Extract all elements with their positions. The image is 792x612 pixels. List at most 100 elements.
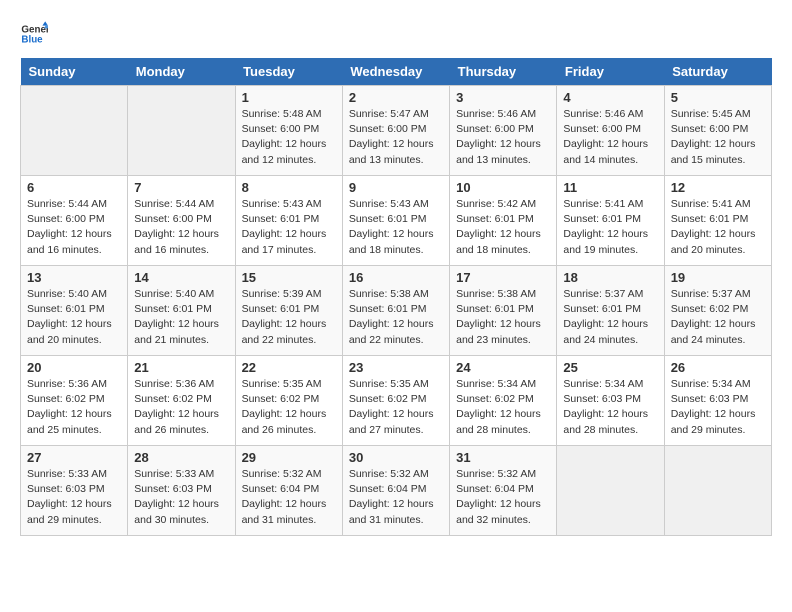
calendar-cell: 18Sunrise: 5:37 AM Sunset: 6:01 PM Dayli… bbox=[557, 266, 664, 356]
calendar-cell: 4 Sunrise: 5:46 AM Sunset: 6:00 PM Daylig… bbox=[557, 86, 664, 176]
day-number: 28 bbox=[134, 450, 228, 465]
day-number: 3 bbox=[456, 90, 550, 105]
calendar-cell: 27 Sunrise: 5:33 AM Sunset: 6:03 PM Dayli… bbox=[21, 446, 128, 536]
day-number: 11 bbox=[563, 180, 657, 195]
day-info: Sunrise: 5:41 AM Sunset: 6:01 PM Dayligh… bbox=[563, 197, 657, 258]
day-number: 22 bbox=[242, 360, 336, 375]
day-number: 24 bbox=[456, 360, 550, 375]
day-info: Sunrise: 5:38 AM Sunset: 6:01 PM Dayligh… bbox=[456, 287, 550, 348]
header-day-friday: Friday bbox=[557, 58, 664, 86]
day-info: Sunrise: 5:42 AM Sunset: 6:01 PM Dayligh… bbox=[456, 197, 550, 258]
svg-text:Blue: Blue bbox=[21, 34, 43, 45]
calendar-cell: 17Sunrise: 5:38 AM Sunset: 6:01 PM Dayli… bbox=[450, 266, 557, 356]
day-info: Sunrise: 5:33 AM Sunset: 6:03 PM Dayligh… bbox=[27, 467, 121, 528]
calendar-cell: 10 Sunrise: 5:42 AM Sunset: 6:01 PM Dayli… bbox=[450, 176, 557, 266]
calendar-cell: 3 Sunrise: 5:46 AM Sunset: 6:00 PM Daylig… bbox=[450, 86, 557, 176]
day-info: Sunrise: 5:46 AM Sunset: 6:00 PM Dayligh… bbox=[563, 107, 657, 168]
day-number: 29 bbox=[242, 450, 336, 465]
day-number: 15 bbox=[242, 270, 336, 285]
day-number: 5 bbox=[671, 90, 765, 105]
day-info: Sunrise: 5:41 AM Sunset: 6:01 PM Dayligh… bbox=[671, 197, 765, 258]
day-number: 14 bbox=[134, 270, 228, 285]
day-info: Sunrise: 5:32 AM Sunset: 6:04 PM Dayligh… bbox=[349, 467, 443, 528]
day-number: 26 bbox=[671, 360, 765, 375]
header-day-thursday: Thursday bbox=[450, 58, 557, 86]
day-number: 4 bbox=[563, 90, 657, 105]
day-number: 31 bbox=[456, 450, 550, 465]
calendar-cell: 9Sunrise: 5:43 AM Sunset: 6:01 PM Daylig… bbox=[342, 176, 449, 266]
day-info: Sunrise: 5:39 AM Sunset: 6:01 PM Dayligh… bbox=[242, 287, 336, 348]
calendar-cell: 20 Sunrise: 5:36 AM Sunset: 6:02 PM Dayli… bbox=[21, 356, 128, 446]
day-info: Sunrise: 5:47 AM Sunset: 6:00 PM Dayligh… bbox=[349, 107, 443, 168]
day-number: 12 bbox=[671, 180, 765, 195]
day-info: Sunrise: 5:43 AM Sunset: 6:01 PM Dayligh… bbox=[349, 197, 443, 258]
calendar-cell: 11 Sunrise: 5:41 AM Sunset: 6:01 PM Dayli… bbox=[557, 176, 664, 266]
day-info: Sunrise: 5:43 AM Sunset: 6:01 PM Dayligh… bbox=[242, 197, 336, 258]
calendar-cell: 26 Sunrise: 5:34 AM Sunset: 6:03 PM Dayli… bbox=[664, 356, 771, 446]
day-info: Sunrise: 5:32 AM Sunset: 6:04 PM Dayligh… bbox=[456, 467, 550, 528]
day-info: Sunrise: 5:40 AM Sunset: 6:01 PM Dayligh… bbox=[27, 287, 121, 348]
calendar-cell: 25Sunrise: 5:34 AM Sunset: 6:03 PM Dayli… bbox=[557, 356, 664, 446]
calendar-cell: 1 Sunrise: 5:48 AM Sunset: 6:00 PM Daylig… bbox=[235, 86, 342, 176]
day-number: 30 bbox=[349, 450, 443, 465]
header-day-tuesday: Tuesday bbox=[235, 58, 342, 86]
calendar-cell: 16 Sunrise: 5:38 AM Sunset: 6:01 PM Dayli… bbox=[342, 266, 449, 356]
header: General Blue bbox=[20, 20, 772, 48]
day-info: Sunrise: 5:40 AM Sunset: 6:01 PM Dayligh… bbox=[134, 287, 228, 348]
calendar-cell bbox=[128, 86, 235, 176]
calendar-cell: 22 Sunrise: 5:35 AM Sunset: 6:02 PM Dayli… bbox=[235, 356, 342, 446]
day-info: Sunrise: 5:37 AM Sunset: 6:02 PM Dayligh… bbox=[671, 287, 765, 348]
header-day-monday: Monday bbox=[128, 58, 235, 86]
calendar-cell: 12 Sunrise: 5:41 AM Sunset: 6:01 PM Dayli… bbox=[664, 176, 771, 266]
day-info: Sunrise: 5:32 AM Sunset: 6:04 PM Dayligh… bbox=[242, 467, 336, 528]
calendar-cell: 29 Sunrise: 5:32 AM Sunset: 6:04 PM Dayli… bbox=[235, 446, 342, 536]
week-row-4: 20 Sunrise: 5:36 AM Sunset: 6:02 PM Dayli… bbox=[21, 356, 772, 446]
week-row-2: 6 Sunrise: 5:44 AM Sunset: 6:00 PM Daylig… bbox=[21, 176, 772, 266]
calendar-cell bbox=[664, 446, 771, 536]
calendar-cell: 24 Sunrise: 5:34 AM Sunset: 6:02 PM Dayli… bbox=[450, 356, 557, 446]
calendar-cell: 7 Sunrise: 5:44 AM Sunset: 6:00 PM Daylig… bbox=[128, 176, 235, 266]
calendar-cell: 30 Sunrise: 5:32 AM Sunset: 6:04 PM Dayli… bbox=[342, 446, 449, 536]
day-info: Sunrise: 5:34 AM Sunset: 6:02 PM Dayligh… bbox=[456, 377, 550, 438]
day-info: Sunrise: 5:38 AM Sunset: 6:01 PM Dayligh… bbox=[349, 287, 443, 348]
week-row-1: 1 Sunrise: 5:48 AM Sunset: 6:00 PM Daylig… bbox=[21, 86, 772, 176]
day-info: Sunrise: 5:46 AM Sunset: 6:00 PM Dayligh… bbox=[456, 107, 550, 168]
day-number: 27 bbox=[27, 450, 121, 465]
header-day-sunday: Sunday bbox=[21, 58, 128, 86]
calendar-cell: 15 Sunrise: 5:39 AM Sunset: 6:01 PM Dayli… bbox=[235, 266, 342, 356]
day-info: Sunrise: 5:36 AM Sunset: 6:02 PM Dayligh… bbox=[27, 377, 121, 438]
calendar-cell bbox=[557, 446, 664, 536]
day-info: Sunrise: 5:35 AM Sunset: 6:02 PM Dayligh… bbox=[349, 377, 443, 438]
header-day-wednesday: Wednesday bbox=[342, 58, 449, 86]
calendar-cell: 2 Sunrise: 5:47 AM Sunset: 6:00 PM Daylig… bbox=[342, 86, 449, 176]
day-info: Sunrise: 5:36 AM Sunset: 6:02 PM Dayligh… bbox=[134, 377, 228, 438]
calendar-cell: 21 Sunrise: 5:36 AM Sunset: 6:02 PM Dayli… bbox=[128, 356, 235, 446]
calendar-cell: 31 Sunrise: 5:32 AM Sunset: 6:04 PM Dayli… bbox=[450, 446, 557, 536]
calendar-cell: 8 Sunrise: 5:43 AM Sunset: 6:01 PM Daylig… bbox=[235, 176, 342, 266]
day-number: 19 bbox=[671, 270, 765, 285]
day-number: 20 bbox=[27, 360, 121, 375]
day-number: 6 bbox=[27, 180, 121, 195]
day-number: 21 bbox=[134, 360, 228, 375]
logo: General Blue bbox=[20, 20, 48, 48]
calendar-cell: 19 Sunrise: 5:37 AM Sunset: 6:02 PM Dayli… bbox=[664, 266, 771, 356]
day-number: 2 bbox=[349, 90, 443, 105]
day-number: 16 bbox=[349, 270, 443, 285]
header-day-saturday: Saturday bbox=[664, 58, 771, 86]
day-info: Sunrise: 5:35 AM Sunset: 6:02 PM Dayligh… bbox=[242, 377, 336, 438]
week-row-5: 27 Sunrise: 5:33 AM Sunset: 6:03 PM Dayli… bbox=[21, 446, 772, 536]
day-number: 8 bbox=[242, 180, 336, 195]
day-info: Sunrise: 5:44 AM Sunset: 6:00 PM Dayligh… bbox=[134, 197, 228, 258]
day-number: 7 bbox=[134, 180, 228, 195]
calendar-body: 1 Sunrise: 5:48 AM Sunset: 6:00 PM Daylig… bbox=[21, 86, 772, 536]
day-info: Sunrise: 5:48 AM Sunset: 6:00 PM Dayligh… bbox=[242, 107, 336, 168]
day-number: 23 bbox=[349, 360, 443, 375]
day-info: Sunrise: 5:34 AM Sunset: 6:03 PM Dayligh… bbox=[671, 377, 765, 438]
calendar-cell: 6Sunrise: 5:44 AM Sunset: 6:00 PM Daylig… bbox=[21, 176, 128, 266]
day-number: 10 bbox=[456, 180, 550, 195]
calendar-cell: 5Sunrise: 5:45 AM Sunset: 6:00 PM Daylig… bbox=[664, 86, 771, 176]
day-number: 1 bbox=[242, 90, 336, 105]
week-row-3: 13Sunrise: 5:40 AM Sunset: 6:01 PM Dayli… bbox=[21, 266, 772, 356]
logo-icon: General Blue bbox=[20, 20, 48, 48]
calendar-cell: 28Sunrise: 5:33 AM Sunset: 6:03 PM Dayli… bbox=[128, 446, 235, 536]
